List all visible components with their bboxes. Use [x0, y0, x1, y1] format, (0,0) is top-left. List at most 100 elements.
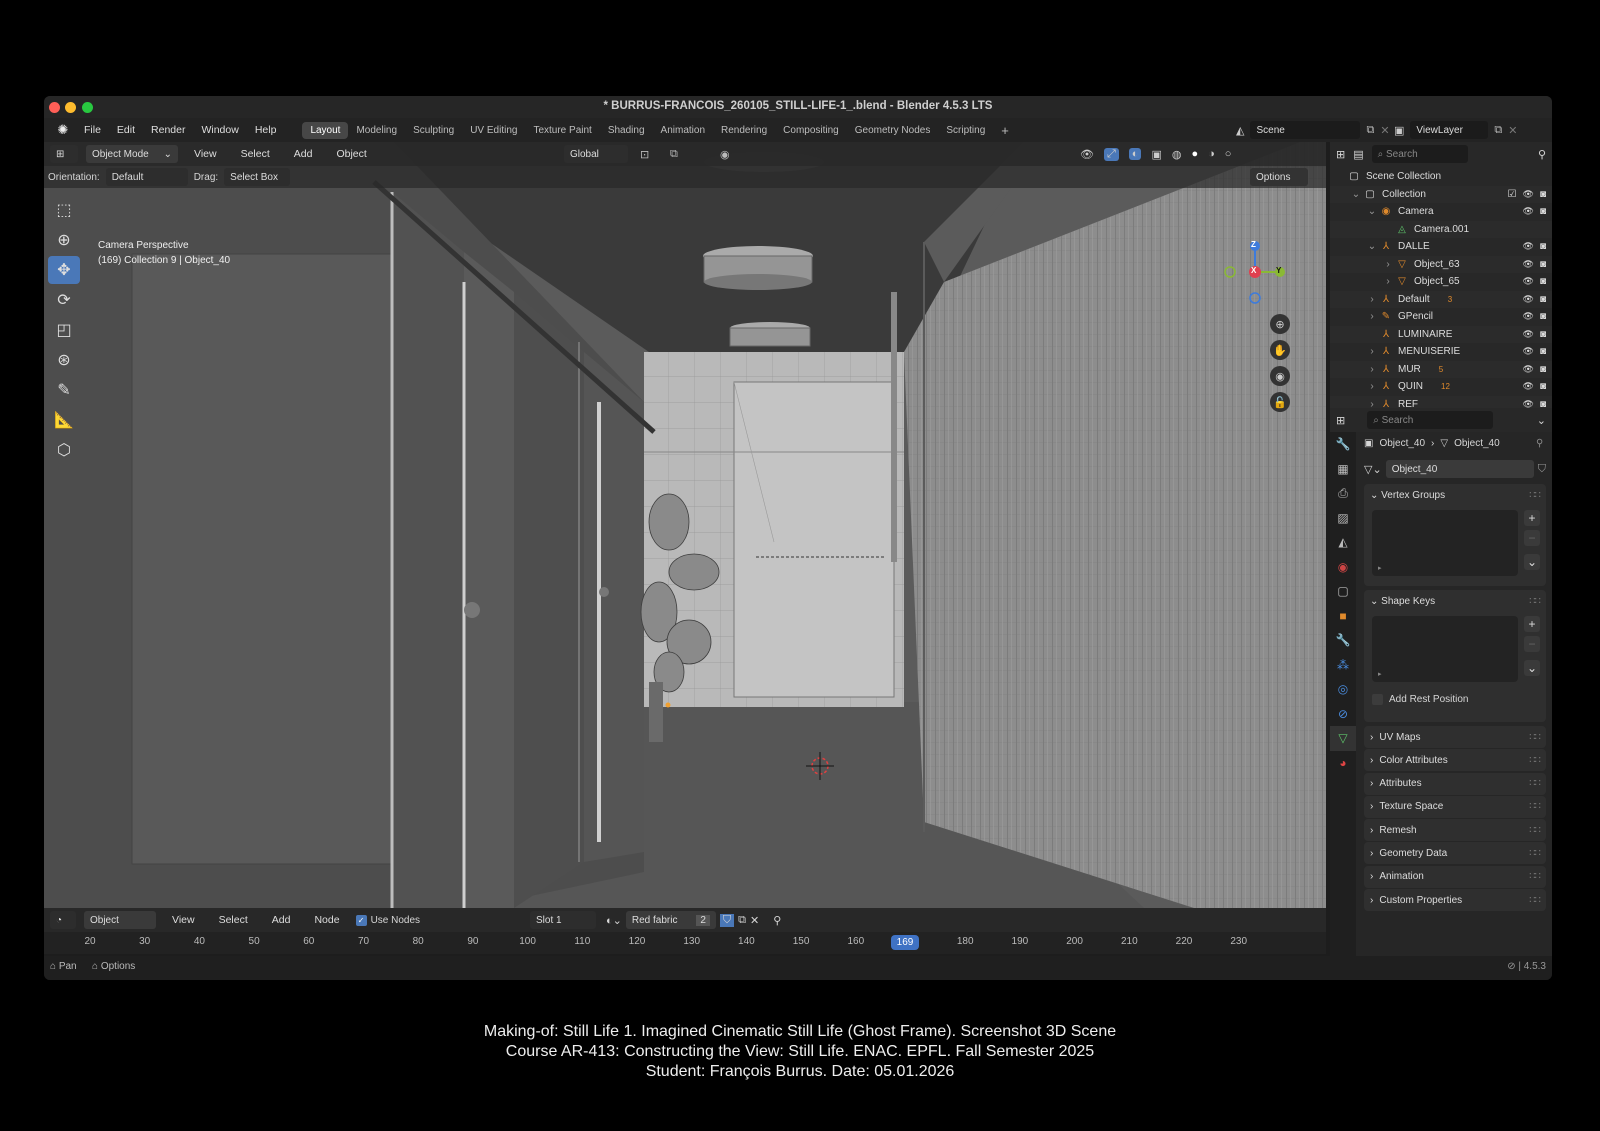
xray-icon[interactable]: ▣: [1151, 148, 1161, 161]
gizmo-toggle-icon[interactable]: ⤢: [1103, 147, 1119, 161]
eye-icon[interactable]: 👁: [1523, 189, 1534, 200]
chevron-right-icon[interactable]: ›: [1366, 311, 1378, 322]
outliner-item[interactable]: ⌄ ⅄ DALLE 👁 ◙: [1330, 238, 1552, 256]
tab-animation[interactable]: Animation: [653, 122, 713, 139]
render-camera-icon[interactable]: ◙: [1540, 294, 1546, 305]
shader-menu-select[interactable]: Select: [211, 914, 256, 926]
chevron-down-icon[interactable]: ⌄: [1350, 189, 1362, 200]
shader-menu-add[interactable]: Add: [264, 914, 299, 926]
collapsed-panel[interactable]: › Remesh ∷∷: [1364, 819, 1546, 842]
eye-icon[interactable]: 👁: [1523, 241, 1534, 252]
render-camera-icon[interactable]: ◙: [1540, 364, 1546, 375]
tab-texture-paint[interactable]: Texture Paint: [525, 122, 599, 139]
material-shading-icon[interactable]: ◑: [1208, 148, 1215, 160]
menu-render[interactable]: Render: [143, 124, 193, 136]
render-tab-icon[interactable]: ▦: [1330, 457, 1356, 482]
current-frame-indicator[interactable]: 169: [891, 935, 920, 950]
collapsed-panel[interactable]: › Attributes ∷∷: [1364, 772, 1546, 795]
menu-window[interactable]: Window: [193, 124, 246, 136]
navigation-gizmo[interactable]: Z Y X: [1220, 238, 1290, 308]
timeline[interactable]: 2030405060708090100110120130140150160170…: [44, 932, 1326, 954]
render-camera-icon[interactable]: ◙: [1540, 329, 1546, 340]
chevron-right-icon[interactable]: ›: [1366, 346, 1378, 357]
eye-icon[interactable]: 👁: [1523, 259, 1534, 270]
material-name-field[interactable]: Red fabric 2: [625, 911, 716, 929]
collapsed-panel[interactable]: › Geometry Data ∷∷: [1364, 842, 1546, 865]
shader-editor-type-icon[interactable]: ◔: [50, 911, 76, 929]
render-camera-icon[interactable]: ◙: [1540, 206, 1546, 217]
outliner-item[interactable]: › ⅄ QUIN 12 👁 ◙: [1330, 378, 1552, 396]
collapsed-panel[interactable]: › Texture Space ∷∷: [1364, 795, 1546, 818]
tab-rendering[interactable]: Rendering: [713, 122, 775, 139]
chevron-right-icon[interactable]: ›: [1366, 364, 1378, 375]
outliner-item[interactable]: › ✎ GPencil 👁 ◙: [1330, 308, 1552, 326]
chevron-down-icon[interactable]: ⌄: [1537, 414, 1546, 427]
eye-icon[interactable]: 👁: [1523, 329, 1534, 340]
scene-tab-icon[interactable]: ◭: [1330, 530, 1356, 555]
render-camera-icon[interactable]: ◙: [1540, 381, 1546, 392]
visibility-icon[interactable]: 👁: [1080, 148, 1094, 161]
menu-file[interactable]: File: [76, 124, 109, 136]
tab-geometry-nodes[interactable]: Geometry Nodes: [847, 122, 939, 139]
menu-help[interactable]: Help: [247, 124, 285, 136]
fake-user-icon[interactable]: ⛉: [719, 913, 735, 927]
new-view-layer-icon[interactable]: ⧉: [1494, 124, 1502, 137]
outliner-item[interactable]: › ⅄ MENUISERIE 👁 ◙: [1330, 343, 1552, 361]
properties-search-input[interactable]: ⌕ Search: [1367, 411, 1494, 429]
chevron-down-icon[interactable]: ⌄: [1366, 206, 1378, 217]
constraints-tab-icon[interactable]: ⊘: [1330, 702, 1356, 727]
view-layer-icon[interactable]: ▣: [1394, 124, 1404, 137]
tab-uv-editing[interactable]: UV Editing: [462, 122, 525, 139]
shape-key-specials-button[interactable]: ⌄: [1524, 660, 1540, 676]
outliner-item[interactable]: ⅄ LUMINAIRE 👁 ◙: [1330, 325, 1552, 343]
annotate-icon[interactable]: ✎: [48, 376, 80, 404]
shader-menu-node[interactable]: Node: [306, 914, 347, 926]
tab-shading[interactable]: Shading: [600, 122, 653, 139]
eye-icon[interactable]: 👁: [1523, 364, 1534, 375]
pivot-icon[interactable]: ⊡: [640, 148, 649, 161]
tool-tab-icon[interactable]: 🔧: [1330, 432, 1356, 457]
collapsed-panel[interactable]: › Animation ∷∷: [1364, 865, 1546, 888]
collapsed-panel[interactable]: › Color Attributes ∷∷: [1364, 749, 1546, 772]
collection-tab-icon[interactable]: ▢: [1330, 579, 1356, 604]
snap-icon[interactable]: ⧉: [670, 148, 678, 161]
viewport-menu-select[interactable]: Select: [233, 148, 278, 160]
new-scene-icon[interactable]: ⧉: [1366, 124, 1374, 137]
scene-field[interactable]: Scene: [1250, 121, 1361, 139]
outliner-search-input[interactable]: ⌕ Search: [1371, 145, 1468, 163]
pin-icon[interactable]: ⚲: [773, 914, 781, 927]
options-dropdown[interactable]: Options: [1250, 168, 1308, 186]
render-camera-icon[interactable]: ◙: [1540, 241, 1546, 252]
collapsed-panel[interactable]: › Custom Properties ∷∷: [1364, 889, 1546, 912]
render-camera-icon[interactable]: ◙: [1540, 311, 1546, 322]
slot-dropdown[interactable]: Slot 1: [530, 911, 596, 929]
menu-edit[interactable]: Edit: [109, 124, 143, 136]
solid-shading-icon[interactable]: ●: [1191, 148, 1198, 160]
transform-icon[interactable]: ⊛: [48, 346, 80, 374]
mesh-name-field[interactable]: Object_40: [1385, 460, 1534, 478]
render-camera-icon[interactable]: ◙: [1540, 346, 1546, 357]
select-box-icon[interactable]: ⬚: [48, 196, 80, 224]
add-rest-position-checkbox[interactable]: [1372, 694, 1383, 705]
vertex-groups-header[interactable]: ⌄ Vertex Groups ∷∷: [1364, 484, 1546, 506]
outliner-item[interactable]: ⌄ ◉ Camera 👁 ◙: [1330, 203, 1552, 221]
3d-viewport[interactable]: ⬚ ⊕ ✥ ⟳ ◰ ⊛ ✎ 📐 ⬡ Camera Perspective (16…: [44, 142, 1326, 908]
outliner-item[interactable]: › ▽ Object_65 👁 ◙: [1330, 273, 1552, 291]
collapsed-panel[interactable]: › UV Maps ∷∷: [1364, 726, 1546, 748]
material-sphere-icon[interactable]: ◐⌄: [606, 914, 622, 927]
move-icon[interactable]: ✥: [48, 256, 80, 284]
chevron-down-icon[interactable]: ⌄: [1366, 241, 1378, 252]
add-shape-key-button[interactable]: +: [1524, 616, 1540, 632]
world-tab-icon[interactable]: ◉: [1330, 555, 1356, 580]
modifier-tab-icon[interactable]: 🔧: [1330, 628, 1356, 653]
filter-icon[interactable]: ⚲: [1538, 148, 1546, 161]
outliner-item[interactable]: › ▽ Object_63 👁 ◙: [1330, 255, 1552, 273]
tab-modeling[interactable]: Modeling: [348, 122, 405, 139]
measure-icon[interactable]: 📐: [48, 406, 80, 434]
outliner-item[interactable]: ▢ Scene Collection: [1330, 168, 1552, 186]
proportional-edit-icon[interactable]: ◉: [720, 148, 730, 161]
camera-view-icon[interactable]: ◉: [1270, 366, 1290, 386]
eye-icon[interactable]: 👁: [1523, 276, 1534, 287]
exclude-checkbox[interactable]: ☑: [1508, 189, 1517, 200]
outliner-item[interactable]: ◬ Camera.001: [1330, 220, 1552, 238]
